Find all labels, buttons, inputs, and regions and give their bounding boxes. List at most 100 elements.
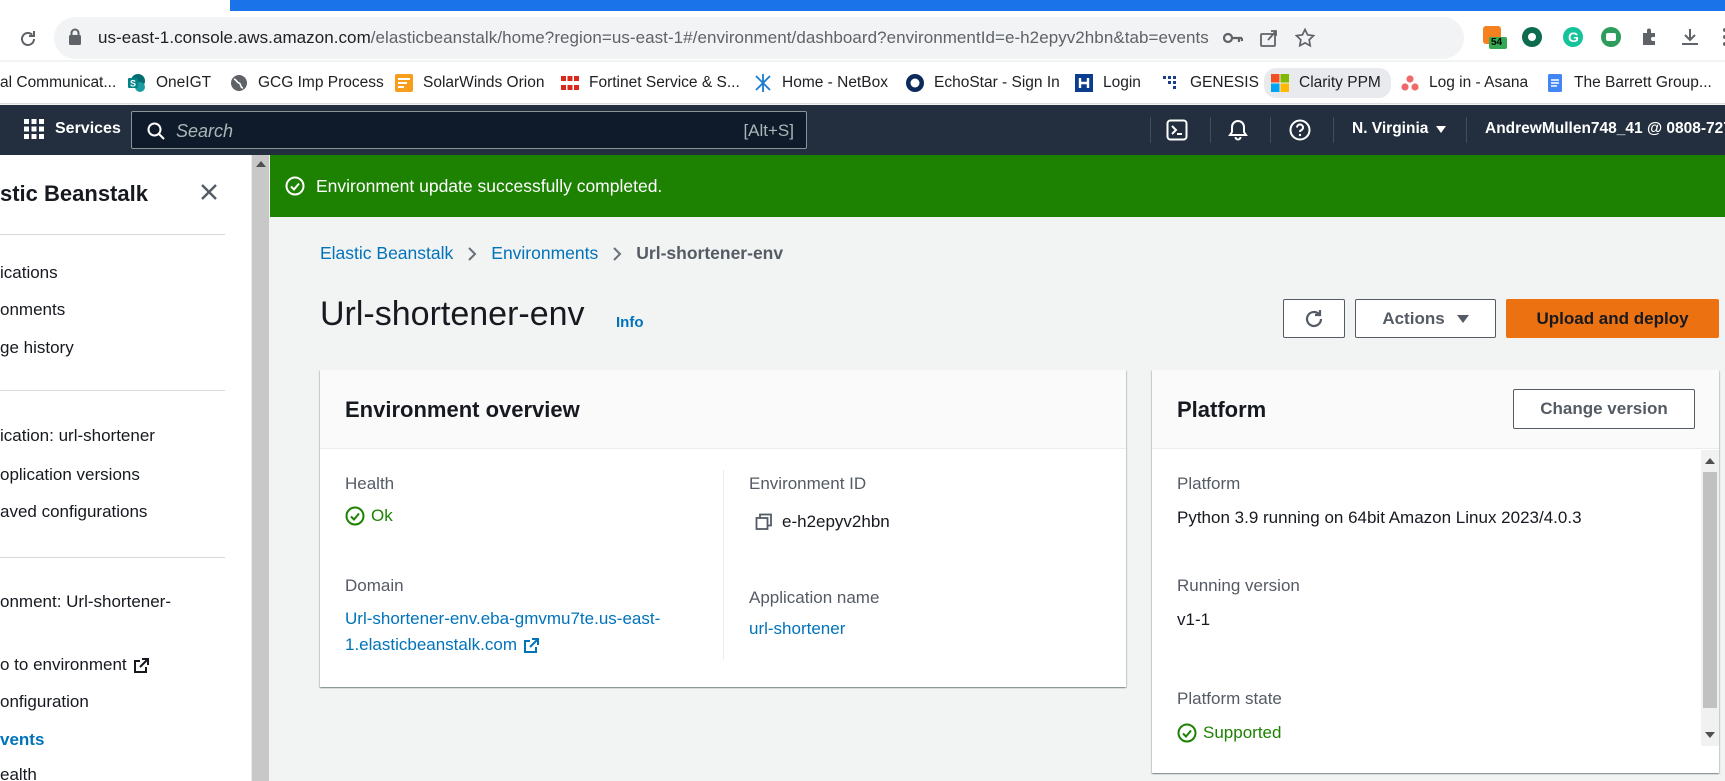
login-icon [1074, 73, 1094, 93]
breadcrumb: Elastic Beanstalk Environments Url-short… [320, 243, 783, 264]
extensions-puzzle-icon[interactable] [1637, 24, 1663, 50]
lock-icon [68, 28, 82, 46]
globe-icon [229, 73, 249, 93]
environment-id-value: e-h2epyv2hbn [755, 512, 890, 532]
region-selector[interactable]: N. Virginia [1352, 120, 1447, 138]
domain-label: Domain [345, 576, 404, 595]
sidenav-item-health[interactable]: ealth [0, 765, 37, 781]
sidenav-item-environment[interactable]: onment: Url-shortener- [0, 592, 171, 612]
actions-dropdown-button[interactable]: Actions [1355, 299, 1496, 338]
sidenav-item-saved-configurations[interactable]: aved configurations [0, 502, 147, 522]
sidenav-divider [0, 557, 225, 558]
screencast-extension-icon[interactable] [1519, 24, 1545, 50]
reload-icon[interactable] [14, 25, 42, 53]
domain-line-1: Url-shortener-env.eba-gmvmu7te.us-east- [345, 609, 661, 628]
bookmark-star-icon[interactable] [1294, 27, 1316, 49]
nav-divider [1150, 117, 1151, 143]
change-version-button[interactable]: Change version [1513, 389, 1695, 429]
upload-and-deploy-button[interactable]: Upload and deploy [1506, 299, 1719, 338]
bookmark-item[interactable]: GENESIS [1161, 71, 1259, 95]
solarwinds-icon [394, 73, 414, 93]
help-icon[interactable] [1288, 118, 1312, 142]
platform-value: Python 3.9 running on 64bit Amazon Linux… [1177, 508, 1582, 527]
sidenav-item-change-history[interactable]: ge history [0, 338, 74, 358]
extension-badge-count: 54 [1491, 37, 1503, 48]
search-icon [147, 122, 165, 140]
bookmark-item[interactable]: Home - NetBox [753, 71, 888, 95]
refresh-button[interactable] [1283, 299, 1345, 338]
refresh-icon [1303, 308, 1325, 330]
chevron-right-icon [612, 246, 622, 262]
nav-divider [1333, 117, 1334, 143]
sidenav-item-applications[interactable]: ications [0, 263, 58, 283]
panel-header: Environment overview [320, 370, 1126, 449]
bookmark-item[interactable]: Fortinet Service & S... [560, 71, 740, 95]
health-status: Ok [345, 506, 393, 526]
platform-state-label: Platform state [1177, 689, 1282, 708]
account-menu[interactable]: AndrewMullen748_41 @ 0808-727 [1485, 120, 1725, 138]
panel-header: Platform Change version [1152, 370, 1719, 449]
info-link[interactable]: Info [616, 314, 644, 331]
scrollbar-thumb[interactable] [1703, 472, 1717, 708]
breadcrumb-environments[interactable]: Environments [491, 243, 598, 264]
fortinet-icon [560, 73, 580, 93]
key-icon[interactable] [1222, 27, 1244, 49]
bookmark-item[interactable]: Log in - Asana [1400, 71, 1528, 95]
more-menu-icon[interactable] [1712, 24, 1725, 50]
sidenav-item-application-versions[interactable]: oplication versions [0, 465, 140, 485]
check-circle-icon [345, 506, 365, 526]
sidenav-item-go-to-environment[interactable]: o to environment [0, 655, 150, 675]
extension-badge-icon[interactable]: 54 [1481, 24, 1507, 50]
notifications-bell-icon[interactable] [1226, 118, 1250, 142]
windows-icon [1270, 73, 1290, 93]
application-name-link[interactable]: url-shortener [749, 616, 845, 642]
bookmark-item[interactable]: Login [1074, 71, 1141, 95]
app-grid-icon [24, 119, 44, 139]
asana-icon [1400, 73, 1420, 93]
address-bar[interactable]: us-east-1.console.aws.amazon.com/elastic… [54, 17, 1464, 59]
netbox-icon [753, 73, 773, 93]
docs-icon [1545, 73, 1565, 93]
bookmark-item[interactable]: EchoStar - Sign In [905, 71, 1060, 95]
bookmark-item[interactable]: Clarity PPM [1264, 68, 1391, 98]
running-version-label: Running version [1177, 576, 1300, 595]
sidenav-item-configuration[interactable]: onfiguration [0, 692, 89, 712]
robot-extension-icon[interactable] [1598, 24, 1624, 50]
platform-label: Platform [1177, 474, 1241, 493]
scroll-up-icon[interactable] [256, 161, 266, 167]
bookmark-item[interactable]: S OneIGT [127, 71, 211, 95]
bookmark-item[interactable]: GCG Imp Process [229, 71, 384, 95]
domain-link[interactable]: Url-shortener-env.eba-gmvmu7te.us-east- … [345, 606, 705, 658]
share-icon[interactable] [1258, 27, 1280, 49]
search-placeholder: Search [176, 121, 234, 141]
panel-title: Platform [1177, 397, 1267, 422]
services-button[interactable]: Services [24, 119, 121, 139]
scroll-down-icon[interactable] [1705, 732, 1715, 738]
copy-icon[interactable] [755, 513, 773, 531]
download-icon[interactable] [1677, 24, 1703, 50]
sidenav-divider [0, 234, 225, 235]
breadcrumb-elastic-beanstalk[interactable]: Elastic Beanstalk [320, 243, 453, 264]
sidenav-item-application[interactable]: ication: url-shortener [0, 426, 155, 446]
aws-top-nav: Services Search [Alt+S] N. Virginia Andr… [0, 105, 1725, 155]
scroll-up-icon[interactable] [1705, 458, 1715, 464]
external-link-icon [523, 637, 540, 654]
running-version-value: v1-1 [1177, 610, 1211, 629]
cloudshell-icon[interactable] [1165, 118, 1189, 142]
bookmark-item[interactable]: The Barrett Group... [1545, 71, 1712, 95]
close-icon[interactable] [200, 183, 218, 201]
platform-scrollbar[interactable] [1701, 450, 1719, 746]
tab-strip [230, 0, 1725, 11]
bookmark-item[interactable]: al Communicat... [0, 71, 116, 95]
flash-message: Environment update successfully complete… [316, 175, 663, 196]
sidenav-scrollbar[interactable] [252, 155, 269, 781]
sidenav-item-environments[interactable]: onments [0, 300, 65, 320]
search-input[interactable]: Search [Alt+S] [131, 111, 807, 149]
sidenav-title: stic Beanstalk [0, 181, 148, 206]
grammarly-icon[interactable]: G [1560, 24, 1586, 50]
caret-down-icon [1436, 125, 1447, 133]
check-circle-icon [1177, 723, 1197, 743]
sidenav-item-events[interactable]: vents [0, 730, 44, 750]
panel-title: Environment overview [345, 397, 580, 422]
bookmark-item[interactable]: SolarWinds Orion [394, 71, 544, 95]
